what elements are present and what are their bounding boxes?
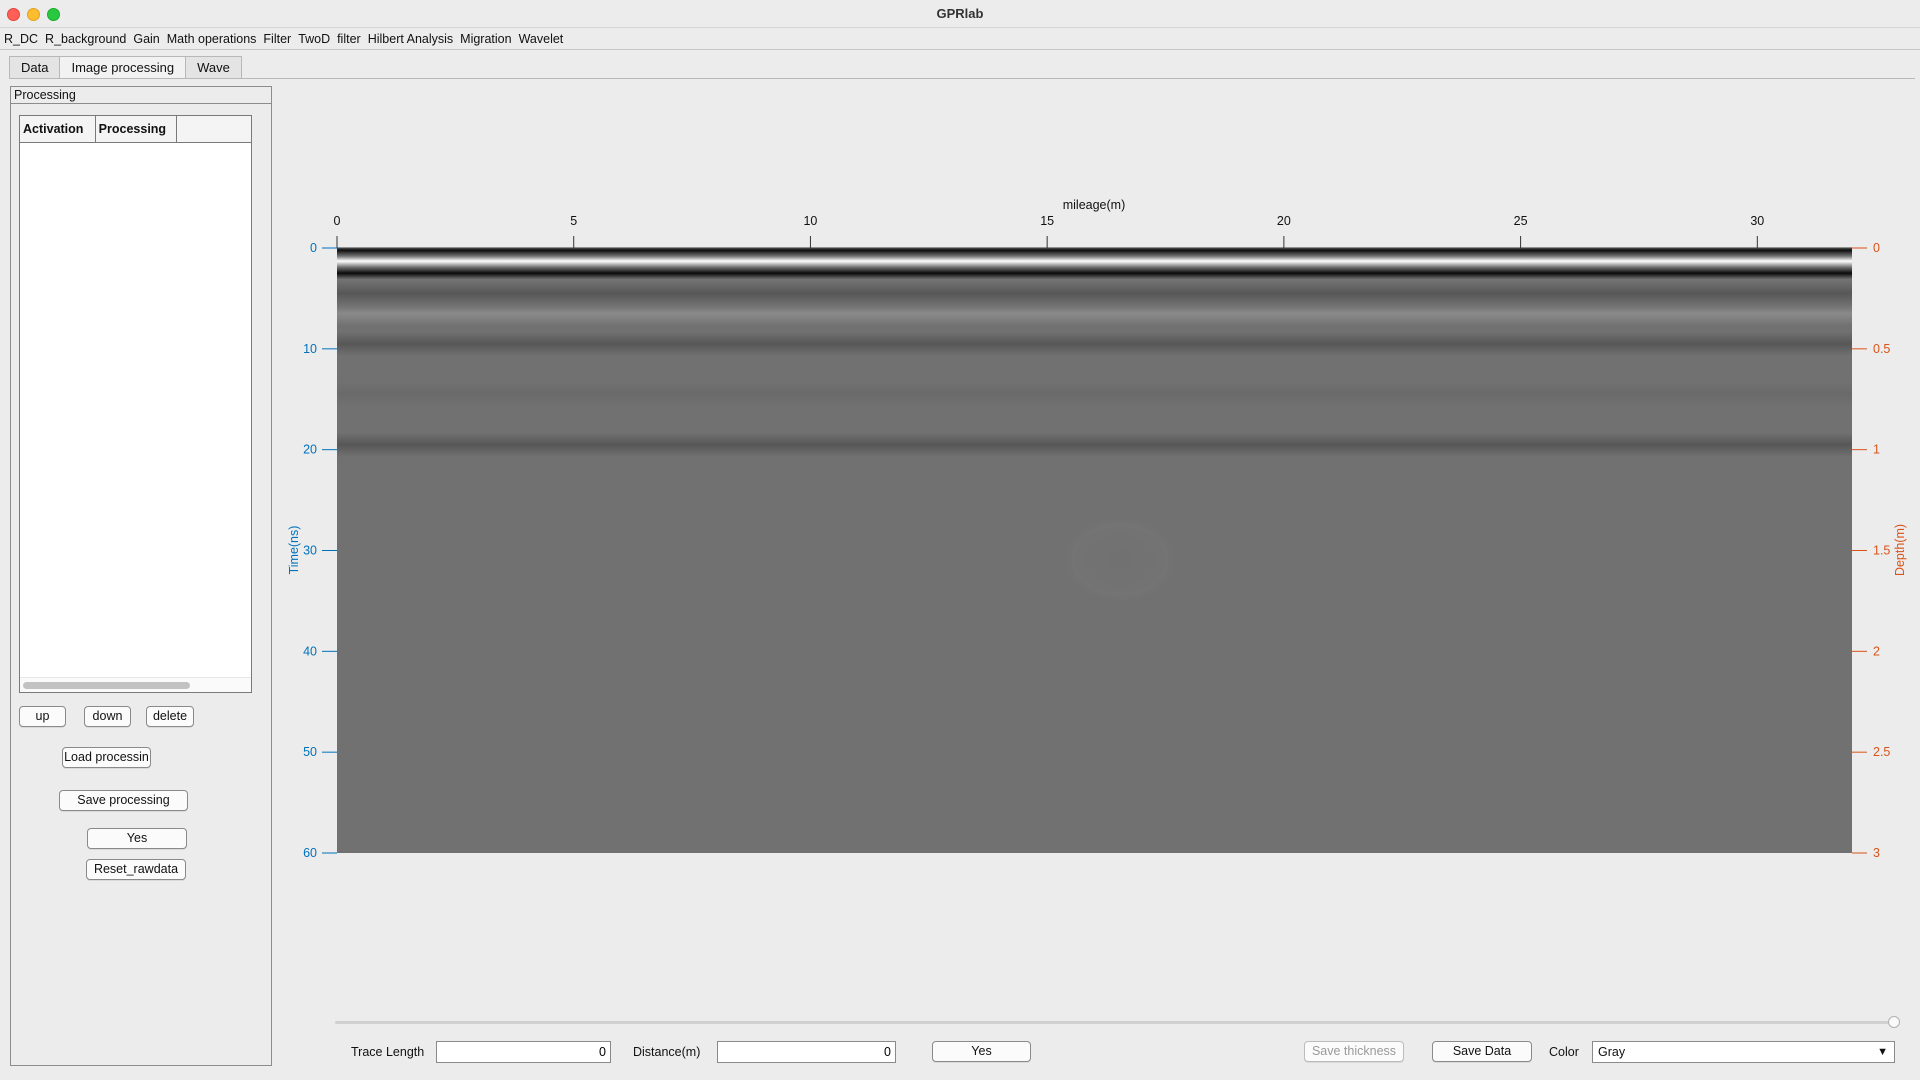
time-axis: 0 10 20 30 40 50 60 <box>303 241 337 860</box>
trace-length-input[interactable] <box>436 1041 611 1063</box>
save-data-button[interactable]: Save Data <box>1432 1041 1532 1062</box>
depth-tick-label-2: 2 <box>1873 644 1880 658</box>
mileage-axis: 0 5 10 15 20 25 30 <box>334 214 1852 249</box>
time-tick-label-50: 50 <box>303 745 317 759</box>
mileage-tick-label-5: 5 <box>570 214 577 228</box>
depth-tick-label-3: 3 <box>1873 846 1880 860</box>
radargram-plot: 0 5 10 15 20 25 30 0 10 20 30 40 50 60 0 0.5 1 1.5 2 2.5 3… <box>287 198 1907 860</box>
trace-slider-thumb[interactable] <box>1888 1016 1900 1028</box>
yes-button-bottom[interactable]: Yes <box>932 1041 1031 1062</box>
mileage-tick-label-0: 0 <box>334 214 341 228</box>
time-tick-label-10: 10 <box>303 342 317 356</box>
time-tick-label-30: 30 <box>303 544 317 558</box>
distance-input[interactable] <box>717 1041 896 1063</box>
colormap-select[interactable]: Gray ▼ <box>1592 1041 1895 1063</box>
time-tick-label-0: 0 <box>310 241 317 255</box>
mileage-tick-label-20: 20 <box>1277 214 1291 228</box>
depth-tick-label-0: 0 <box>1873 241 1880 255</box>
depth-axis: 0 0.5 1 1.5 2 2.5 3 <box>1852 241 1890 860</box>
diffraction-hyperbola <box>1060 515 1180 605</box>
mileage-axis-label: mileage(m) <box>1063 198 1126 212</box>
save-thickness-button[interactable]: Save thickness <box>1304 1041 1404 1062</box>
time-tick-label-40: 40 <box>303 644 317 658</box>
chevron-down-icon: ▼ <box>1877 1046 1888 1058</box>
depth-tick-label-1.5: 1.5 <box>1873 544 1890 558</box>
mileage-tick-label-10: 10 <box>803 214 817 228</box>
time-tick-label-60: 60 <box>303 846 317 860</box>
trace-slider-track[interactable] <box>335 1021 1895 1024</box>
mileage-tick-label-25: 25 <box>1514 214 1528 228</box>
depth-axis-label: Depth(m) <box>1893 524 1907 576</box>
color-label: Color <box>1549 1045 1579 1059</box>
mileage-tick-label-30: 30 <box>1750 214 1764 228</box>
distance-label: Distance(m) <box>633 1045 701 1059</box>
time-tick-label-20: 20 <box>303 443 317 457</box>
trace-length-label: Trace Length <box>351 1045 425 1059</box>
depth-tick-label-1: 1 <box>1873 443 1880 457</box>
depth-tick-label-2.5: 2.5 <box>1873 745 1890 759</box>
time-axis-label: Time(ns) <box>287 526 301 575</box>
depth-tick-label-0.5: 0.5 <box>1873 342 1890 356</box>
colormap-select-value: Gray <box>1598 1045 1626 1059</box>
mileage-tick-label-15: 15 <box>1040 214 1054 228</box>
